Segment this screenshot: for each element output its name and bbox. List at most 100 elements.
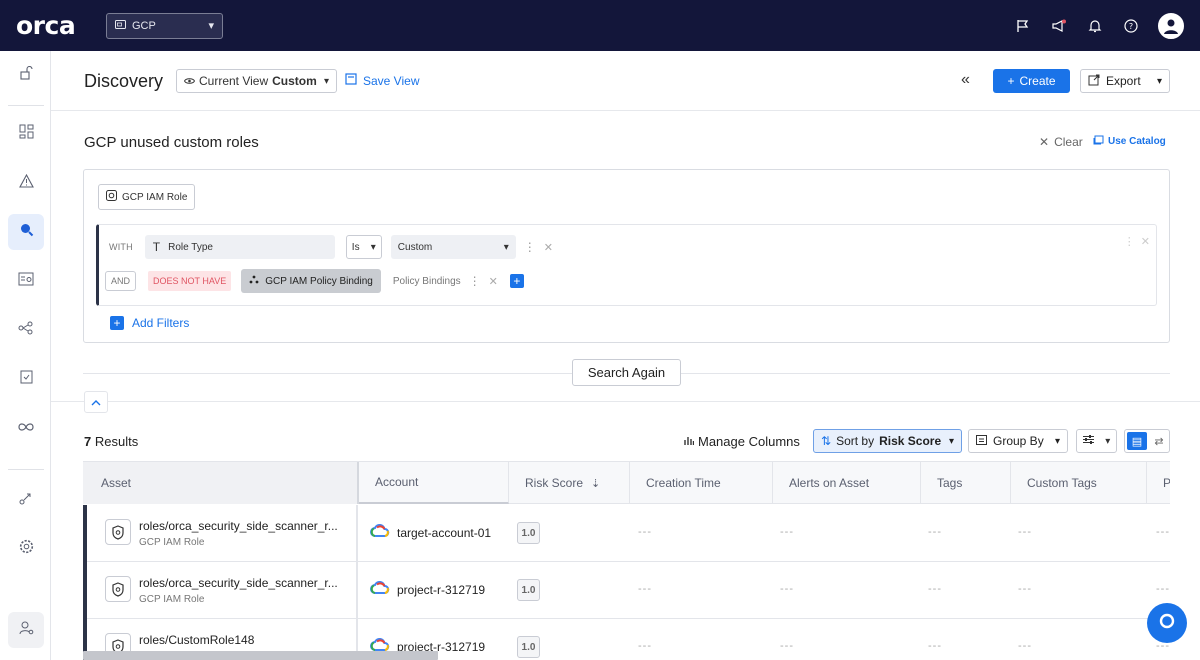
search-icon (19, 222, 34, 242)
sidebar-item-discovery[interactable] (8, 214, 44, 250)
binding-icon (249, 275, 259, 287)
use-catalog-button[interactable]: Use Catalog (1093, 135, 1166, 148)
group-by-label: Group By (993, 434, 1044, 448)
sort-down-icon: ⇣ (591, 477, 601, 490)
user-settings-icon (19, 620, 34, 640)
remove-filter-icon[interactable]: ✕ (544, 241, 553, 254)
megaphone-icon[interactable] (1050, 17, 1068, 35)
view-toggle: ▤ ⇄ (1124, 429, 1170, 453)
p-cell: --- (1156, 526, 1170, 538)
environment-select[interactable]: GCP ▾ (106, 12, 223, 39)
eye-icon (183, 74, 196, 88)
with-keyword: WITH (109, 242, 133, 252)
add-filters-button[interactable]: + Add Filters (110, 316, 189, 330)
gcp-cloud-icon (370, 580, 390, 598)
sidebar-item-compliance[interactable] (8, 361, 44, 397)
role-icon (105, 519, 131, 545)
account-cell[interactable]: project-r-312719 (370, 580, 485, 598)
sidebar-item-lock[interactable] (8, 57, 44, 93)
bell-icon[interactable] (1086, 17, 1104, 35)
cloud-folder-icon (115, 19, 126, 32)
sidebar-item-settings[interactable] (8, 531, 44, 567)
text-type-icon: T (152, 240, 161, 254)
column-header-custom-tags[interactable]: Custom Tags (1011, 462, 1147, 504)
add-filters-label: Add Filters (132, 316, 190, 330)
sidebar-item-alerts[interactable] (8, 165, 44, 201)
tags-cell: --- (928, 640, 942, 652)
sidebar-item-users[interactable] (8, 612, 44, 648)
table-view-icon[interactable]: ▤ (1127, 432, 1147, 450)
graph-icon (18, 321, 34, 340)
column-header-p[interactable]: P (1147, 462, 1170, 504)
save-view-label: Save View (363, 73, 420, 88)
close-icon[interactable]: ✕ (1141, 235, 1150, 248)
create-label: Create (1019, 74, 1056, 88)
column-header-risk-score[interactable]: Risk Score ⇣ (509, 462, 630, 504)
manage-columns-button[interactable]: Manage Columns (684, 434, 800, 449)
asset-cell[interactable]: roles/orca_security_side_scanner_r... GCP… (83, 562, 358, 619)
plus-icon: + (1007, 74, 1015, 88)
add-subfilter-icon[interactable]: + (509, 274, 524, 288)
infinity-icon (18, 419, 34, 437)
svg-text:?: ? (1129, 22, 1133, 31)
operator-label: Is (351, 241, 360, 253)
create-button[interactable]: + Create (993, 69, 1070, 93)
sort-by-select[interactable]: ⇅ Sort by Risk Score ▾ (813, 429, 962, 453)
and-keyword[interactable]: AND (105, 271, 137, 291)
results-count: 7 Results (84, 434, 138, 449)
column-header-asset[interactable]: Asset (83, 462, 359, 504)
split-view-icon[interactable]: ⇄ (1149, 430, 1169, 452)
close-icon: ✕ (1039, 135, 1050, 149)
group-by-select[interactable]: Group By ▾ (968, 429, 1068, 453)
avatar[interactable] (1158, 12, 1184, 39)
manage-columns-label: Manage Columns (698, 434, 800, 449)
horizontal-scrollbar[interactable] (83, 651, 438, 660)
remove-filter-icon[interactable]: ✕ (489, 275, 498, 288)
more-options-icon[interactable]: ⋮ (1124, 235, 1135, 248)
column-header-tags[interactable]: Tags (921, 462, 1011, 504)
more-options-icon[interactable]: ⋮ (469, 274, 481, 288)
asset-name[interactable]: roles/CustomRole148 (139, 633, 254, 647)
clear-button[interactable]: ✕ Clear (1039, 135, 1083, 149)
sidebar-item-graph[interactable] (8, 312, 44, 348)
account-cell[interactable]: target-account-01 (370, 523, 491, 541)
value-select[interactable]: Custom ▾ (390, 235, 516, 259)
asset-cell[interactable]: roles/orca_security_side_scanner_r... GCP… (83, 505, 358, 562)
policy-binding-chip[interactable]: GCP IAM Policy Binding (241, 269, 381, 293)
alerts-cell: --- (780, 583, 794, 595)
asset-type-chip[interactable]: GCP IAM Role (98, 184, 196, 210)
caret-down-icon: ▾ (208, 20, 214, 32)
collapse-up-button[interactable] (84, 391, 108, 413)
more-options-icon[interactable]: ⋮ (524, 240, 536, 254)
operator-select[interactable]: Is ▾ (345, 235, 382, 259)
group-options[interactable]: ⋮ ✕ (1124, 235, 1150, 248)
orca-logo[interactable]: orca (16, 11, 106, 40)
table-row[interactable]: roles/orca_security_side_scanner_r... GCP… (83, 505, 1170, 562)
sidebar-item-workflows[interactable] (8, 482, 44, 518)
current-view-select[interactable]: Current View Custom ▾ (176, 69, 337, 93)
column-header-alerts[interactable]: Alerts on Asset (773, 462, 921, 504)
column-header-account[interactable]: Account (359, 462, 509, 504)
asset-name[interactable]: roles/orca_security_side_scanner_r... (139, 519, 338, 533)
flag-icon[interactable] (1014, 17, 1032, 35)
save-view-button[interactable]: Save View (345, 73, 419, 88)
gear-icon (19, 539, 34, 559)
search-again-button[interactable]: Search Again (572, 359, 681, 386)
role-type-label: Role Type (168, 241, 213, 253)
current-view-value: Custom (272, 74, 317, 88)
column-header-creation-time[interactable]: Creation Time (630, 462, 773, 504)
table-settings-button[interactable]: ▾ (1076, 429, 1117, 453)
does-not-have-badge[interactable]: DOES NOT HAVE (148, 271, 232, 291)
table-row[interactable]: roles/orca_security_side_scanner_r... GCP… (83, 562, 1170, 619)
save-icon (345, 73, 357, 88)
sidebar-item-dashboard[interactable] (8, 116, 44, 152)
export-button[interactable]: Export ▾ (1080, 69, 1170, 93)
asset-name[interactable]: roles/orca_security_side_scanner_r... (139, 576, 338, 590)
chat-support-button[interactable] (1147, 603, 1187, 643)
help-icon[interactable]: ? (1122, 17, 1140, 35)
role-type-field[interactable]: T Role Type (144, 235, 335, 259)
sidebar-item-integrations[interactable] (8, 410, 44, 446)
sidebar-item-inventory[interactable] (8, 263, 44, 299)
alerts-cell: --- (780, 526, 794, 538)
collapse-panel-icon[interactable]: « (961, 71, 970, 89)
